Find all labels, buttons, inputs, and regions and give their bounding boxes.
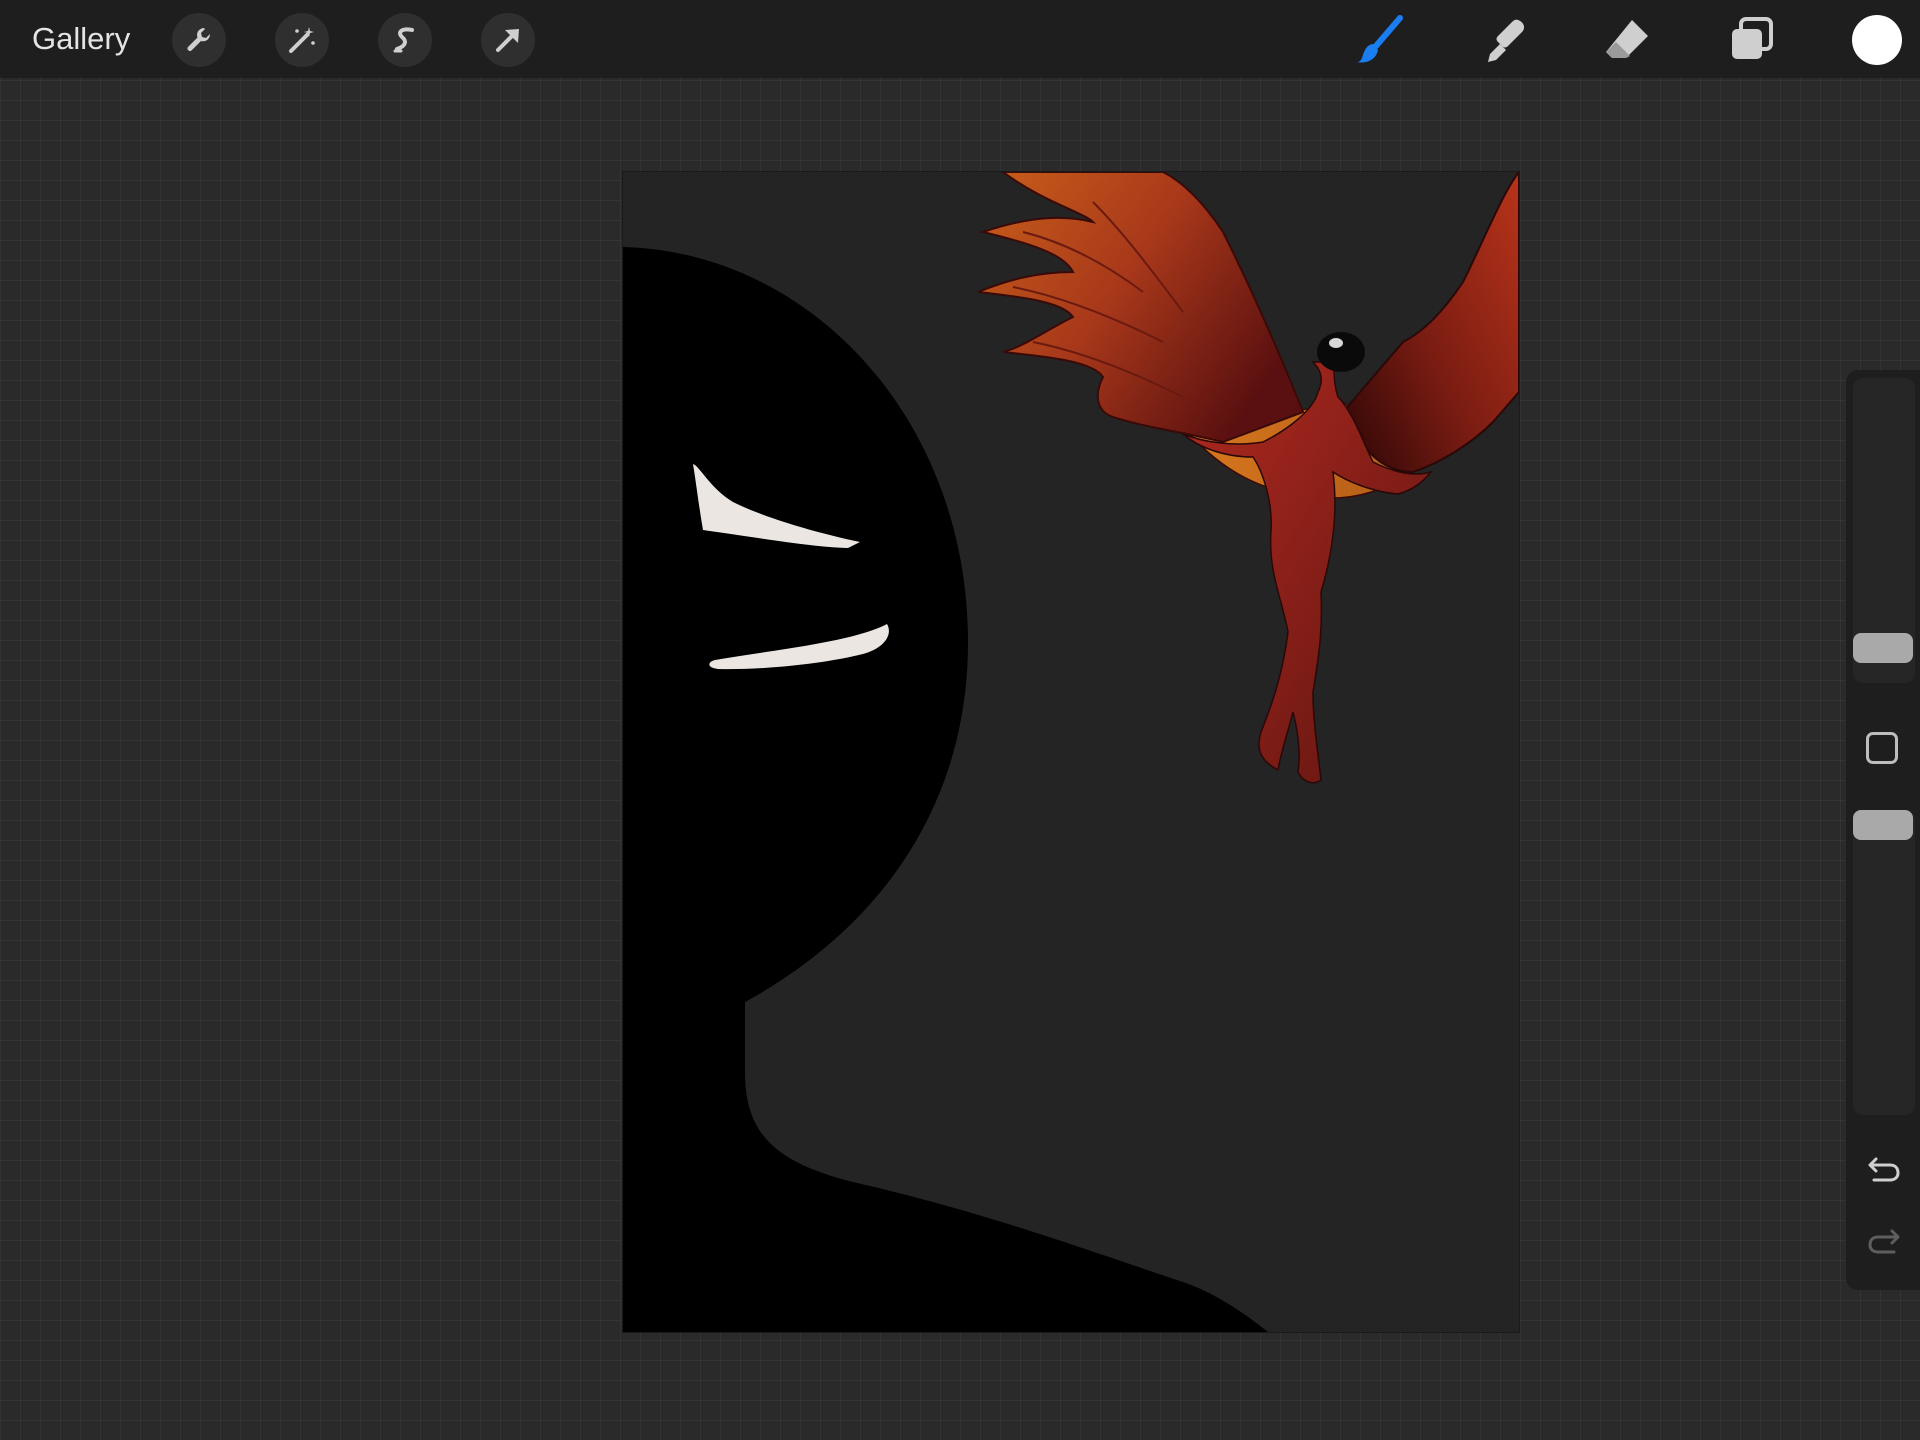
eraser-icon xyxy=(1606,20,1648,58)
wing-right xyxy=(1341,172,1519,474)
gallery-button[interactable]: Gallery xyxy=(32,19,130,59)
figure-head-shine xyxy=(1329,338,1343,348)
opacity-slider[interactable] xyxy=(1853,810,1915,1115)
drawing-canvas[interactable] xyxy=(623,172,1519,1332)
smudge-tool[interactable] xyxy=(1476,12,1532,68)
brush-tool[interactable] xyxy=(1352,12,1408,68)
color-picker-swatch[interactable] xyxy=(1852,15,1902,65)
wrench-icon xyxy=(187,28,211,51)
transform-button[interactable] xyxy=(481,13,535,67)
sidebar-controls xyxy=(1846,370,1920,1290)
actions-button[interactable] xyxy=(172,13,226,67)
redo-button[interactable] xyxy=(1864,1222,1904,1262)
layers-tool[interactable] xyxy=(1724,12,1780,68)
brush-size-slider[interactable] xyxy=(1853,378,1915,683)
eraser-tool[interactable] xyxy=(1600,12,1656,68)
adjustments-button[interactable] xyxy=(275,13,329,67)
opacity-thumb[interactable] xyxy=(1853,810,1913,840)
figure-head xyxy=(1317,332,1365,372)
redo-icon xyxy=(1868,1229,1900,1254)
selection-icon xyxy=(393,27,414,53)
artwork xyxy=(623,172,1519,1332)
undo-button[interactable] xyxy=(1864,1150,1904,1190)
smudge-icon xyxy=(1488,19,1525,62)
selection-button[interactable] xyxy=(378,13,432,67)
layers-icon xyxy=(1732,17,1773,59)
brush-icon xyxy=(1357,15,1403,63)
winged-figure xyxy=(977,172,1519,784)
modify-button[interactable] xyxy=(1866,732,1898,764)
brush-size-thumb[interactable] xyxy=(1853,633,1913,663)
magic-wand-icon xyxy=(289,27,315,53)
undo-icon xyxy=(1868,1157,1900,1182)
wing-left xyxy=(977,172,1305,444)
top-toolbar: Gallery xyxy=(0,0,1920,78)
move-arrow-icon xyxy=(496,29,519,52)
